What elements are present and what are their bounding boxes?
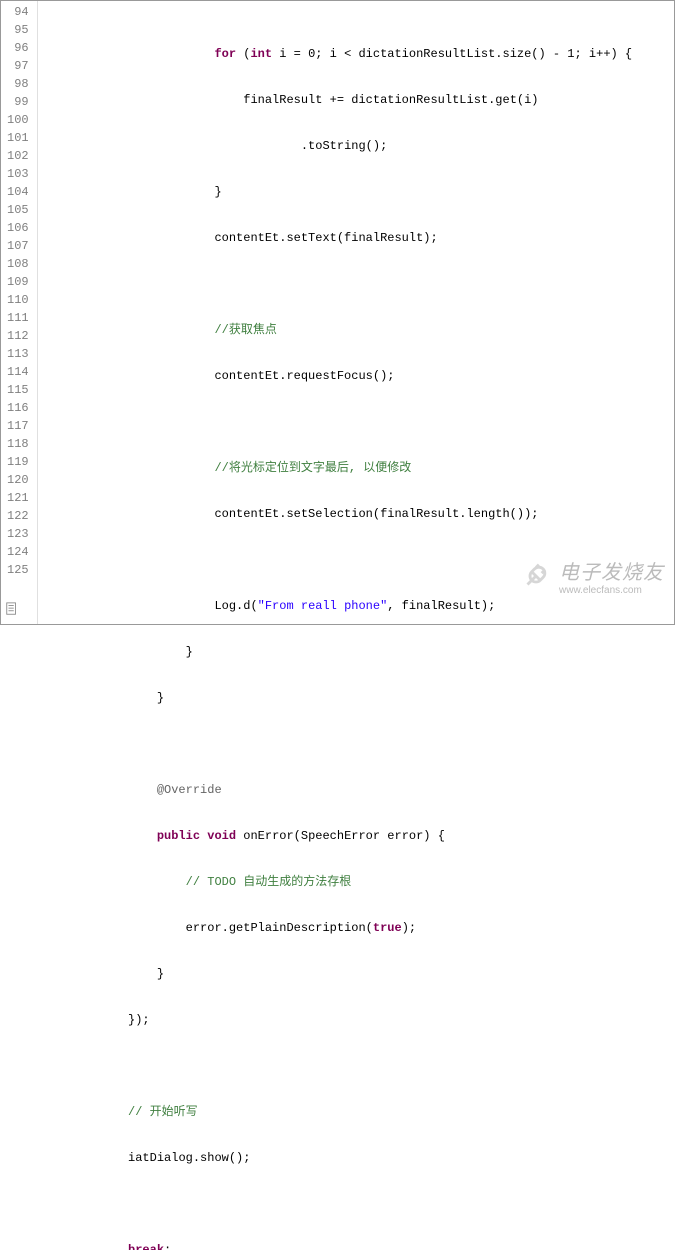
line-number: 103	[1, 165, 29, 183]
line-number: 116	[1, 399, 29, 417]
line-number: 102	[1, 147, 29, 165]
line-number: 95	[1, 21, 29, 39]
line-number: 94	[1, 3, 29, 21]
code-line	[42, 413, 674, 431]
line-number: 106	[1, 219, 29, 237]
line-number: 119	[1, 453, 29, 471]
code-line	[42, 551, 674, 569]
line-number: 118	[1, 435, 29, 453]
document-icon[interactable]	[5, 602, 19, 620]
code-line	[42, 1195, 674, 1213]
code-line: //将光标定位到文字最后, 以便修改	[42, 459, 674, 477]
code-area[interactable]: for (int i = 0; i < dictationResultList.…	[38, 1, 674, 624]
code-line: public void onError(SpeechError error) {	[42, 827, 674, 845]
code-line: }	[42, 183, 674, 201]
code-line: }	[42, 965, 674, 983]
line-number: 105	[1, 201, 29, 219]
code-line: //获取焦点	[42, 321, 674, 339]
code-line: // TODO 自动生成的方法存根	[42, 873, 674, 891]
code-line: }	[42, 689, 674, 707]
line-number: 121	[1, 489, 29, 507]
line-number-gutter: 9495969798991001011021031041051061071081…	[1, 1, 38, 624]
code-line	[42, 275, 674, 293]
code-line: @Override	[42, 781, 674, 799]
line-number: 125	[1, 561, 29, 579]
line-number: 100	[1, 111, 29, 129]
line-number: 124	[1, 543, 29, 561]
code-line: contentEt.setSelection(finalResult.lengt…	[42, 505, 674, 523]
line-number: 108	[1, 255, 29, 273]
code-line: // 开始听写	[42, 1103, 674, 1121]
code-line	[42, 1057, 674, 1075]
line-number: 113	[1, 345, 29, 363]
line-number: 123	[1, 525, 29, 543]
code-line: error.getPlainDescription(true);	[42, 919, 674, 937]
line-number: 111	[1, 309, 29, 327]
code-line: contentEt.setText(finalResult);	[42, 229, 674, 247]
code-line: }	[42, 643, 674, 661]
code-line: iatDialog.show();	[42, 1149, 674, 1167]
line-number: 109	[1, 273, 29, 291]
line-number: 120	[1, 471, 29, 489]
code-editor: 9495969798991001011021031041051061071081…	[1, 1, 674, 624]
line-number: 96	[1, 39, 29, 57]
code-line: finalResult += dictationResultList.get(i…	[42, 91, 674, 109]
code-line: Log.d("From reall phone", finalResult);	[42, 597, 674, 615]
line-number: 117	[1, 417, 29, 435]
line-number: 97	[1, 57, 29, 75]
line-number: 107	[1, 237, 29, 255]
line-number: 101	[1, 129, 29, 147]
code-line: contentEt.requestFocus();	[42, 367, 674, 385]
line-number: 104	[1, 183, 29, 201]
line-number: 110	[1, 291, 29, 309]
line-number: 122	[1, 507, 29, 525]
line-number: 98	[1, 75, 29, 93]
code-line: break;	[42, 1241, 674, 1250]
code-line: .toString();	[42, 137, 674, 155]
code-line	[42, 735, 674, 753]
line-number: 99	[1, 93, 29, 111]
line-number: 115	[1, 381, 29, 399]
code-line: });	[42, 1011, 674, 1029]
code-line: for (int i = 0; i < dictationResultList.…	[42, 45, 674, 63]
line-number: 114	[1, 363, 29, 381]
line-number: 112	[1, 327, 29, 345]
